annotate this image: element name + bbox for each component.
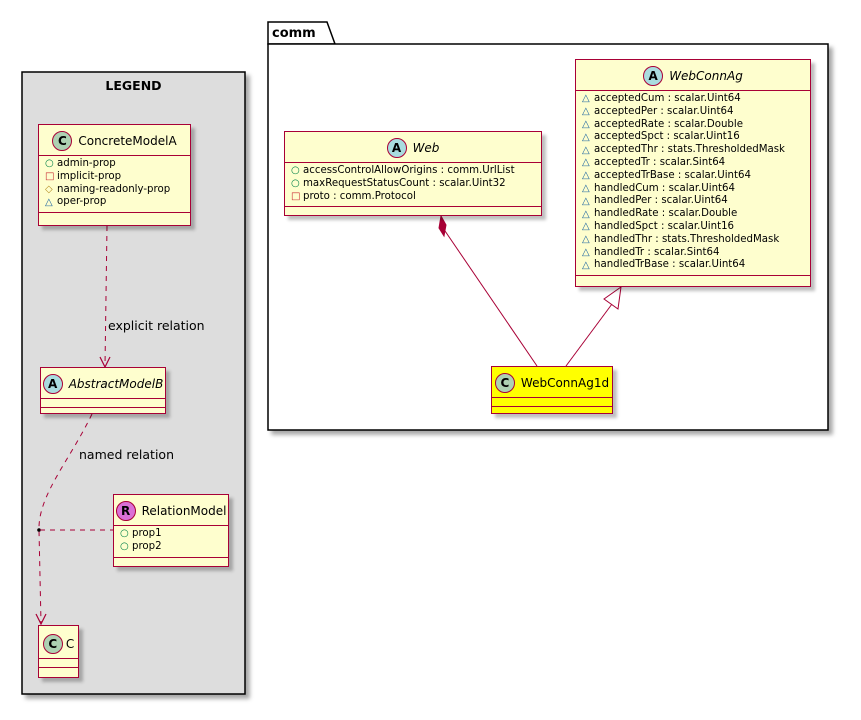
class-a-icon: A bbox=[643, 66, 664, 86]
attribute: handledTrBase : scalar.Uint64 bbox=[594, 259, 746, 271]
attribute: handledThr : stats.ThresholdedMask bbox=[594, 233, 780, 245]
attribute-list: ○ admin-prop □ implicit-prop ◇ naming-reado… bbox=[39, 156, 190, 212]
class-a-icon: A bbox=[386, 138, 407, 158]
package-visibility-icon: △ bbox=[582, 131, 590, 143]
attribute: handledTr : scalar.Sint64 bbox=[594, 246, 720, 258]
attribute: handledSpct : scalar.Uint16 bbox=[594, 220, 735, 232]
attribute: acceptedPer : scalar.Uint64 bbox=[594, 105, 734, 117]
package-visibility-icon: △ bbox=[582, 246, 590, 258]
public-visibility-icon: ○ bbox=[120, 528, 129, 540]
attribute: acceptedCum : scalar.Uint64 bbox=[594, 93, 741, 104]
package-visibility-icon: △ bbox=[582, 118, 590, 130]
attribute: implicit-prop bbox=[57, 170, 122, 182]
public-visibility-icon: ○ bbox=[291, 178, 300, 190]
attribute: naming-readonly-prop bbox=[57, 183, 171, 195]
relation-model-class[interactable]: R RelationModel ○ prop1 ○ prop2 bbox=[113, 494, 229, 567]
attribute: prop2 bbox=[132, 540, 162, 552]
attribute-list: △ acceptedCum : scalar.Uint64 △ acceptedPe… bbox=[576, 91, 810, 275]
class-a-icon: A bbox=[42, 374, 63, 394]
attribute: oper-prop bbox=[57, 196, 107, 208]
package-visibility-icon: △ bbox=[582, 106, 590, 118]
class-name: WebConnAg bbox=[669, 69, 743, 83]
private-visibility-icon: □ bbox=[291, 190, 301, 202]
explicit-relation-label: explicit relation bbox=[108, 318, 205, 333]
abstract-model-b-class[interactable]: A AbstractModelB bbox=[40, 367, 166, 414]
attribute: handledRate : scalar.Double bbox=[594, 208, 738, 220]
package-name: comm bbox=[272, 26, 316, 41]
web-class[interactable]: A Web ○ accessControlAllowOrigins : comm.… bbox=[284, 131, 542, 216]
attribute: accessControlAllowOrigins : comm.UrlList bbox=[303, 165, 515, 176]
package-visibility-icon: △ bbox=[582, 221, 590, 233]
webconnag-class[interactable]: A WebConnAg △ acceptedCum : scalar.Uint64… bbox=[575, 59, 811, 287]
class-name: C bbox=[65, 637, 75, 651]
package-visibility-icon: △ bbox=[582, 170, 590, 182]
public-visibility-icon: ○ bbox=[45, 158, 54, 170]
attribute: prop1 bbox=[132, 528, 162, 539]
public-visibility-icon: ○ bbox=[291, 165, 300, 177]
class-name: AbstractModelB bbox=[68, 377, 164, 391]
attribute: handledCum : scalar.Uint64 bbox=[594, 182, 736, 194]
class-name: RelationModel bbox=[141, 504, 227, 518]
package-visibility-icon: △ bbox=[582, 208, 590, 220]
attribute: acceptedSpct : scalar.Uint16 bbox=[594, 131, 740, 143]
class-name: Web bbox=[412, 141, 440, 155]
webconnag1d-class[interactable]: C WebConnAg1d bbox=[491, 366, 613, 414]
attribute: acceptedTrBase : scalar.Uint64 bbox=[594, 169, 751, 181]
package-visibility-icon: △ bbox=[45, 196, 53, 208]
protected-visibility-icon: ◇ bbox=[45, 183, 53, 195]
legend-title: LEGEND bbox=[105, 78, 162, 93]
concrete-model-a-class[interactable]: C ConcreteModelA ○ admin-prop □ implicit-p… bbox=[38, 124, 191, 226]
class-r-icon: R bbox=[115, 501, 136, 521]
package-visibility-icon: △ bbox=[582, 195, 590, 207]
class-name: ConcreteModelA bbox=[78, 134, 177, 148]
package-visibility-icon: △ bbox=[582, 157, 590, 169]
attribute: acceptedTr : scalar.Sint64 bbox=[594, 156, 726, 168]
package-visibility-icon: △ bbox=[582, 182, 590, 194]
package-visibility-icon: △ bbox=[582, 259, 590, 271]
attribute: handledPer : scalar.Uint64 bbox=[594, 195, 728, 207]
c-class[interactable]: C C bbox=[38, 625, 79, 678]
class-c-icon: C bbox=[494, 373, 515, 393]
package-visibility-icon: △ bbox=[582, 93, 590, 105]
public-visibility-icon: ○ bbox=[120, 541, 129, 553]
class-c-icon: C bbox=[42, 634, 63, 654]
named-relation-label: named relation bbox=[79, 447, 174, 462]
package-visibility-icon: △ bbox=[582, 144, 590, 156]
attribute: admin-prop bbox=[57, 158, 116, 169]
attribute: acceptedRate : scalar.Double bbox=[594, 118, 743, 130]
class-name: WebConnAg1d bbox=[520, 376, 610, 390]
private-visibility-icon: □ bbox=[45, 171, 55, 183]
attribute: acceptedThr : stats.ThresholdedMask bbox=[594, 144, 785, 156]
attribute-list: ○ accessControlAllowOrigins : comm.UrlLis… bbox=[285, 163, 541, 206]
package-visibility-icon: △ bbox=[582, 234, 590, 246]
attribute: proto : comm.Protocol bbox=[303, 190, 416, 202]
attribute-list: ○ prop1 ○ prop2 bbox=[114, 526, 228, 557]
class-c-icon: C bbox=[52, 131, 73, 151]
attribute: maxRequestStatusCount : scalar.Uint32 bbox=[303, 177, 506, 189]
